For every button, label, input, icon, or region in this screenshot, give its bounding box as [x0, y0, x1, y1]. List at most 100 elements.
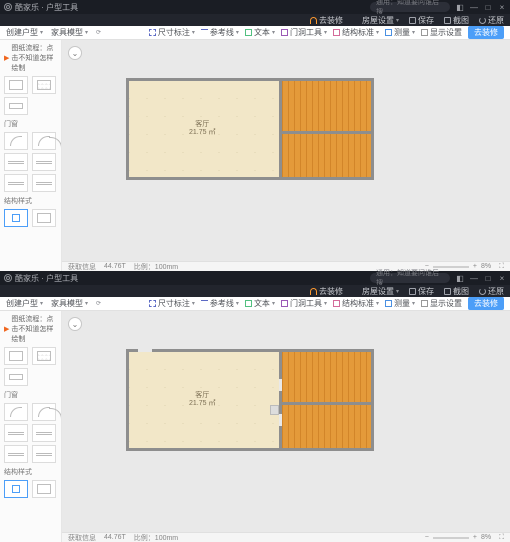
tool-measure[interactable]: 测量▾ — [385, 27, 415, 38]
thumb-window-2[interactable] — [32, 153, 56, 171]
tool-text[interactable]: 文本▾ — [245, 27, 275, 38]
tool-dimension[interactable]: 尺寸标注▾ — [149, 27, 195, 38]
menu-screenshot[interactable]: 截图 — [444, 15, 469, 26]
room-wood-top[interactable] — [282, 352, 371, 402]
global-search[interactable]: 通用：知道要问谁后搜 — [370, 273, 450, 283]
thumb-door-double[interactable] — [32, 403, 56, 421]
zoom-in-icon[interactable]: + — [473, 263, 477, 270]
menu-decorate[interactable]: 去装修 — [310, 286, 343, 297]
floor-plan[interactable]: 客厅 21.75 ㎡ — [126, 349, 374, 451]
thumb-room-alt[interactable] — [4, 368, 28, 386]
menu-save[interactable]: 保存 — [409, 286, 434, 297]
menu-room-settings[interactable]: 房屋设置▾ — [353, 286, 399, 297]
primary-decorate-button[interactable]: 去装修 — [468, 26, 504, 39]
primary-decorate-button[interactable]: 去装修 — [468, 297, 504, 310]
menu-save[interactable]: 保存 — [409, 15, 434, 26]
tool-text[interactable]: 文本▾ — [245, 298, 275, 309]
menu-screenshot[interactable]: 截图 — [444, 286, 469, 297]
thumb-window-1[interactable] — [4, 424, 28, 442]
window-minimize-icon[interactable]: — — [470, 274, 478, 282]
controlbar-furniture[interactable]: 家具模型▾ — [51, 298, 88, 309]
tool-display[interactable]: 显示设置 — [421, 27, 462, 38]
thumb-room-pattern[interactable] — [32, 347, 56, 365]
floor-plan[interactable]: 客厅 21.75 ㎡ — [126, 78, 374, 180]
canvas[interactable]: ⌄ 客厅 21.75 ㎡ — [62, 311, 510, 532]
thumb-window-4[interactable] — [32, 174, 56, 192]
thumb-door-single[interactable] — [4, 132, 28, 150]
sidebar-cat-door: 门窗 — [4, 390, 57, 400]
view-toggle[interactable]: ⌄ — [68, 317, 82, 331]
tool-guideline[interactable]: 参考线▾ — [201, 298, 239, 309]
menu-restore[interactable]: 还原 — [479, 15, 504, 26]
sidebar-cat-struct: 结构样式 — [4, 196, 57, 206]
controlbar-furniture[interactable]: 家具模型▾ — [51, 27, 88, 38]
window-maximize-icon[interactable]: □ — [484, 3, 492, 11]
fullscreen-icon[interactable]: ⛶ — [499, 534, 504, 542]
room-living[interactable]: 客厅 21.75 ㎡ — [129, 352, 279, 448]
tool-display[interactable]: 显示设置 — [421, 298, 462, 309]
room-wood-top[interactable] — [282, 81, 371, 131]
door-opening-top — [138, 349, 152, 352]
interior-column[interactable] — [270, 405, 279, 415]
tool-structure[interactable]: 结构标准▾ — [333, 27, 379, 38]
zoom-in-icon[interactable]: + — [473, 534, 477, 541]
menu-restore[interactable]: 还原 — [479, 286, 504, 297]
tool-door[interactable]: 门洞工具▾ — [281, 27, 327, 38]
tool-measure[interactable]: 测量▾ — [385, 298, 415, 309]
thumb-room-alt[interactable] — [4, 97, 28, 115]
zoom-control[interactable]: − + 8% — [425, 534, 491, 541]
grid-icon — [353, 17, 360, 24]
window-extra-icon[interactable]: ◧ — [456, 3, 464, 11]
thumb-door-double[interactable] — [32, 132, 56, 150]
room-wood-bottom[interactable] — [282, 405, 371, 448]
controlbar-create-plan[interactable]: 创建户型▾ — [6, 27, 43, 38]
app-section: 户型工具 — [46, 2, 78, 13]
controlbar-create-plan[interactable]: 创建户型▾ — [6, 298, 43, 309]
room-wood-bottom[interactable] — [282, 134, 371, 177]
thumb-struct-2[interactable] — [32, 480, 56, 498]
tool-guideline[interactable]: 参考线▾ — [201, 27, 239, 38]
thumb-window-3[interactable] — [4, 445, 28, 463]
window-close-icon[interactable]: × — [498, 274, 506, 282]
tool-door[interactable]: 门洞工具▾ — [281, 298, 327, 309]
measure-icon — [385, 29, 392, 36]
thumb-window-3[interactable] — [4, 174, 28, 192]
zoom-out-icon[interactable]: − — [425, 534, 429, 541]
thumb-room-plain[interactable] — [4, 347, 28, 365]
room-living[interactable]: 客厅 21.75 ㎡ — [129, 81, 279, 177]
status-info[interactable]: 获取信息 — [68, 262, 96, 272]
reload-icon — [479, 17, 486, 24]
thumb-door-single[interactable] — [4, 403, 28, 421]
fullscreen-icon[interactable]: ⛶ — [499, 263, 504, 271]
zoom-track[interactable] — [433, 537, 469, 539]
door-tool-icon — [281, 300, 288, 307]
thumb-struct-1[interactable] — [4, 209, 28, 227]
canvas[interactable]: ⌄ 客厅 21.75 ㎡ — [62, 40, 510, 261]
measure-icon — [385, 300, 392, 307]
window-maximize-icon[interactable]: □ — [484, 274, 492, 282]
thumb-struct-1[interactable] — [4, 480, 28, 498]
dimension-icon — [149, 300, 156, 307]
sidebar-cat-struct: 结构样式 — [4, 467, 57, 477]
menu-decorate[interactable]: 去装修 — [310, 15, 343, 26]
menu-room-settings[interactable]: 房屋设置▾ — [353, 15, 399, 26]
thumb-room-plain[interactable] — [4, 76, 28, 94]
app-section-sep: · — [39, 274, 46, 283]
structure-icon — [333, 29, 340, 36]
thumb-window-1[interactable] — [4, 153, 28, 171]
status-info[interactable]: 获取信息 — [68, 533, 96, 542]
controlbar-refresh[interactable]: ⟳ — [96, 29, 101, 36]
thumb-struct-2[interactable] — [32, 209, 56, 227]
window-close-icon[interactable]: × — [498, 3, 506, 11]
thumb-window-4[interactable] — [32, 445, 56, 463]
window-minimize-icon[interactable]: — — [470, 3, 478, 11]
tool-structure[interactable]: 结构标准▾ — [333, 298, 379, 309]
controlbar-refresh[interactable]: ⟳ — [96, 300, 101, 307]
thumb-window-2[interactable] — [32, 424, 56, 442]
thumb-room-pattern[interactable] — [32, 76, 56, 94]
view-toggle[interactable]: ⌄ — [68, 46, 82, 60]
tool-dimension[interactable]: 尺寸标注▾ — [149, 298, 195, 309]
sidebar: ▶图纸流程：点击不知道怎样绘制 门窗 — [0, 311, 62, 542]
global-search[interactable]: 通用：知道要问谁后搜 — [370, 2, 450, 12]
window-extra-icon[interactable]: ◧ — [456, 274, 464, 282]
